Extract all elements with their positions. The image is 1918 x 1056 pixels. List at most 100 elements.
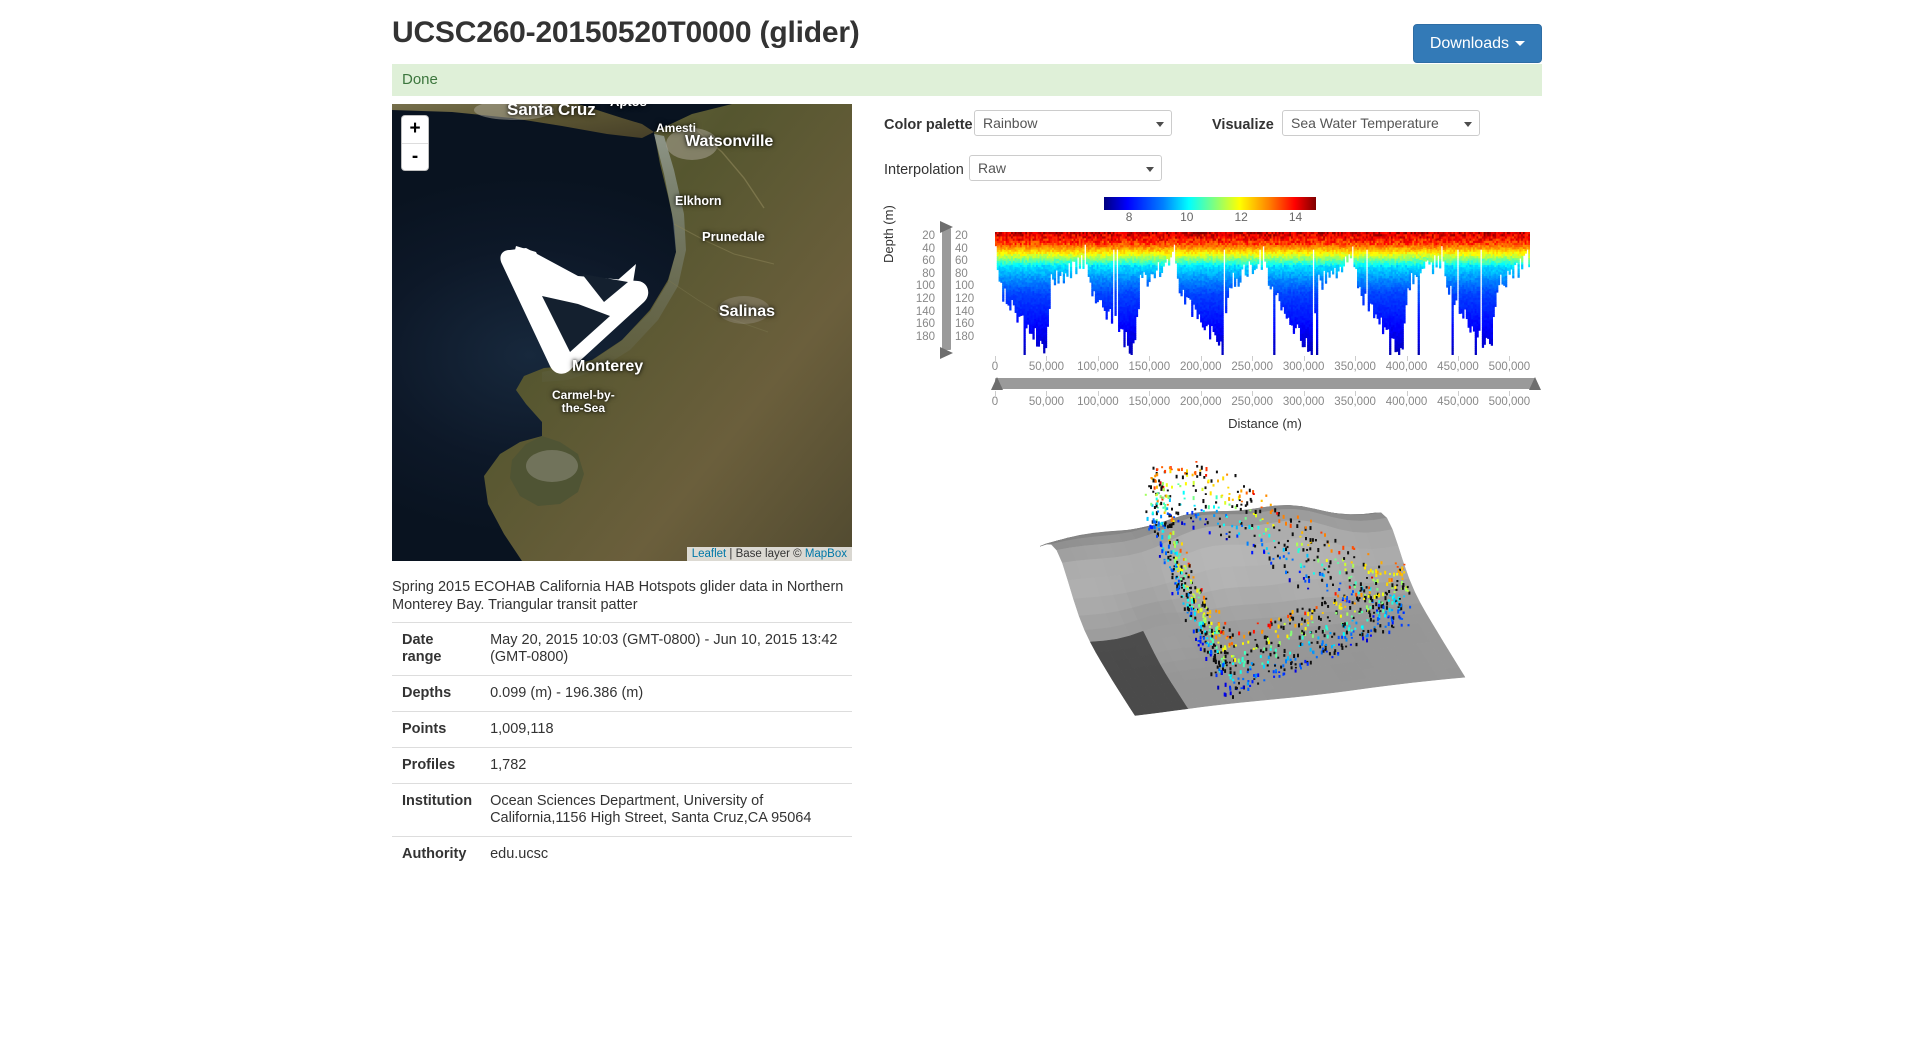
heatmap-cell: [1184, 301, 1187, 305]
depth-tick: 120: [915, 292, 935, 305]
colorbar-ticks: 8 10 12 14: [1104, 210, 1316, 224]
heatmap-cell: [1257, 254, 1260, 258]
app-page: UCSC260-20150520T0000 (glider) Downloads…: [0, 0, 1918, 1056]
color-palette-label: Color palette: [884, 117, 973, 133]
metadata-key: Institution: [392, 783, 481, 837]
heatmap-cell: [1148, 279, 1151, 283]
depth-tick: 160: [955, 318, 975, 331]
heatmap-cell: [1217, 342, 1221, 346]
heatmap-cell: [1044, 345, 1048, 349]
depth-tick: 160: [915, 318, 935, 331]
depth-ticks-right: 20 40 60 80 100 120 140 160 180: [955, 230, 985, 343]
heatmap-cell: [1075, 271, 1078, 275]
depth-tick: 60: [922, 255, 935, 268]
visualize-select[interactable]: Sea Water Temperature: [1282, 110, 1480, 136]
depth-tick: 20: [922, 230, 935, 242]
heatmap-cell: [1203, 327, 1206, 331]
page-title: UCSC260-20150520T0000 (glider): [392, 16, 860, 49]
heatmap-cell: [1230, 285, 1233, 289]
heatmap-cell: [1037, 344, 1041, 347]
heatmap-cell: [1233, 284, 1237, 287]
heatmap-cell: [1110, 321, 1114, 324]
table-row: Points 1,009,118: [392, 711, 852, 748]
depth-range-slider[interactable]: [942, 228, 951, 350]
heatmap-cell: [1025, 325, 1028, 329]
leaflet-link[interactable]: Leaflet: [692, 548, 727, 560]
metadata-value: 1,782: [480, 747, 852, 784]
heatmap-cell: [1048, 306, 1051, 309]
heatmap-cell: [1257, 250, 1260, 253]
heatmap-cell: [1032, 337, 1035, 340]
metadata-value: edu.ucsc: [480, 836, 852, 872]
heatmap-cell: [1257, 256, 1260, 260]
heatmap-cell: [1118, 329, 1121, 332]
heatmap-cell: [1046, 324, 1049, 327]
heatmap-cell: [1260, 256, 1263, 259]
depth-tick: 120: [955, 292, 975, 305]
heatmap-cell: [1246, 274, 1249, 277]
heatmap-cell: [1146, 284, 1149, 287]
colorbar-tick: 10: [1180, 210, 1194, 224]
heatmap-cell: [1257, 252, 1260, 256]
depth-tick: 80: [955, 267, 968, 280]
depth-slider-handle-bottom[interactable]: [940, 347, 953, 359]
attribution-separator: |: [726, 548, 736, 560]
status-banner: Done: [392, 64, 1542, 96]
zoom-in-button[interactable]: +: [402, 116, 428, 143]
heatmap-cell: [1082, 266, 1085, 269]
interpolation-value: Raw: [978, 160, 1007, 176]
metadata-key: Authority: [392, 836, 481, 872]
heatmap-cell: [1078, 266, 1082, 269]
metadata-table: Date range May 20, 2015 10:03 (GMT-0800)…: [392, 622, 852, 872]
section-heatmap[interactable]: [995, 232, 1530, 355]
heatmap-cell: [1209, 336, 1212, 340]
heatmap-cell: [1137, 306, 1140, 310]
downloads-button-label: Downloads: [1429, 35, 1509, 52]
mapbox-link[interactable]: MapBox: [805, 548, 847, 560]
depth-tick: 100: [915, 280, 935, 293]
heatmap-cell: [1162, 264, 1165, 267]
heatmap-cell: [1191, 314, 1194, 317]
chevron-down-icon: [1156, 122, 1164, 127]
heatmap-cell: [1059, 273, 1062, 276]
heatmap-cell: [1260, 260, 1263, 264]
heatmap-cell: [1221, 352, 1224, 355]
table-row: Profiles 1,782: [392, 747, 852, 784]
heatmap-cell: [1180, 293, 1183, 297]
heatmap-cell: [1091, 293, 1094, 297]
heatmap-cell: [1053, 282, 1057, 286]
heatmap-cell: [1132, 340, 1135, 344]
heatmap-cell: [1255, 266, 1258, 269]
heatmap-cell: [1105, 317, 1108, 320]
heatmap-cell: [1153, 275, 1156, 279]
colorbar-tick: 14: [1288, 210, 1303, 224]
metadata-key: Date range: [392, 622, 481, 676]
interpolation-select[interactable]: Raw: [969, 155, 1162, 181]
heatmap-cell: [1043, 350, 1046, 354]
heatmap-cell: [1134, 337, 1137, 341]
depth-slider-handle-top[interactable]: [940, 221, 953, 233]
map-panel[interactable]: Santa Cruz Aptos Amesti Watsonville Elkh…: [392, 104, 852, 561]
heatmap-cell: [1107, 309, 1110, 312]
header: UCSC260-20150520T0000 (glider) Downloads: [392, 14, 1542, 64]
color-palette-select[interactable]: Rainbow: [974, 110, 1172, 136]
map-canvas[interactable]: Santa Cruz Aptos Amesti Watsonville Elkh…: [392, 104, 852, 561]
chevron-down-icon: [1515, 41, 1525, 47]
heatmap-cell: [1257, 261, 1260, 265]
heatmap-cell: [1066, 274, 1069, 277]
heatmap-cell: [1135, 314, 1139, 318]
metadata-value: May 20, 2015 10:03 (GMT-0800) - Jun 10, …: [480, 622, 852, 676]
metadata-value: 0.099 (m) - 196.386 (m): [480, 675, 852, 712]
heatmap-cell: [1009, 307, 1012, 311]
heatmap-cell: [1053, 273, 1057, 277]
heatmap-cell: [1169, 252, 1172, 256]
depth-tick: 100: [955, 280, 975, 293]
map-land-layer: [392, 104, 852, 561]
heatmap-cell: [1141, 275, 1144, 278]
heatmap-cell: [1251, 271, 1255, 275]
map-zoom-controls[interactable]: + -: [401, 115, 429, 171]
metadata-value: Ocean Sciences Department, University of…: [480, 783, 852, 837]
downloads-button[interactable]: Downloads: [1412, 24, 1542, 64]
zoom-out-button[interactable]: -: [402, 143, 428, 170]
heatmap-cell: [1269, 286, 1272, 290]
